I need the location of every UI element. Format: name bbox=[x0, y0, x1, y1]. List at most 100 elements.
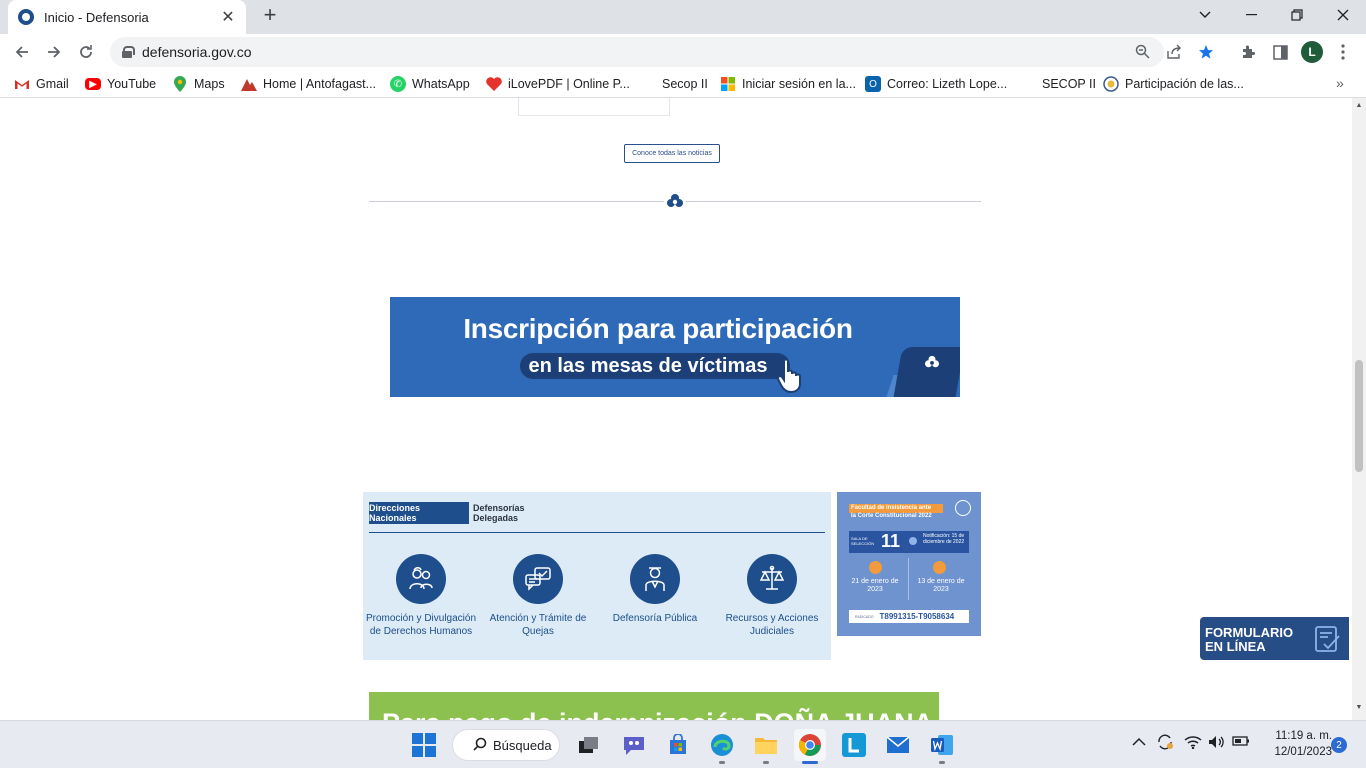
scroll-down-icon[interactable]: ▼ bbox=[1355, 704, 1363, 711]
side-panel-icon[interactable] bbox=[1270, 42, 1290, 62]
word-icon[interactable] bbox=[926, 729, 958, 761]
tabs-underline bbox=[369, 532, 825, 533]
page-scrollbar[interactable]: ▲ ▼ bbox=[1352, 98, 1366, 720]
address-bar[interactable]: defensoria.gov.co bbox=[110, 37, 1213, 67]
menu-kebab-icon[interactable] bbox=[1333, 42, 1353, 62]
search-icon bbox=[473, 737, 487, 754]
scrollbar-thumb[interactable] bbox=[1355, 360, 1363, 472]
share-icon[interactable] bbox=[1166, 44, 1182, 60]
back-arrow-icon[interactable] bbox=[8, 38, 36, 66]
edge-browser-icon[interactable] bbox=[706, 729, 738, 761]
teams-chat-icon[interactable] bbox=[618, 729, 650, 761]
zoom-icon[interactable] bbox=[1134, 44, 1150, 60]
bookmark-label: iLovePDF | Online P... bbox=[508, 77, 630, 91]
sync-update-icon[interactable] bbox=[1156, 733, 1174, 754]
wifi-icon[interactable] bbox=[1184, 735, 1202, 752]
bookmark-secop-ii[interactable]: Secop II bbox=[662, 75, 708, 93]
notice-sala-number: 11 bbox=[881, 531, 901, 551]
bookmark-participacion[interactable]: Participación de las... bbox=[1103, 75, 1244, 93]
radicado-value: T8991315-T9058634 bbox=[879, 612, 955, 621]
clock-time: 11:19 a. m. bbox=[1275, 730, 1332, 742]
search-label: Búsqueda bbox=[493, 737, 552, 753]
tab-direcciones-nacionales[interactable]: Direcciones Nacionales bbox=[369, 502, 469, 524]
defensoria-emblem-icon bbox=[664, 192, 686, 210]
notice-subheading: la Corte Constitucional 2022 bbox=[851, 513, 932, 519]
bookmark-label: Correo: Lizeth Lope... bbox=[887, 77, 1008, 91]
forward-arrow-icon[interactable] bbox=[40, 38, 68, 66]
bookmark-star-icon[interactable] bbox=[1198, 44, 1214, 60]
show-hidden-icons-chevron-up-icon[interactable] bbox=[1132, 735, 1146, 750]
profile-avatar[interactable]: L bbox=[1301, 41, 1323, 63]
url-text: defensoria.gov.co bbox=[142, 44, 252, 60]
formulario-en-linea-button[interactable]: FORMULARIO EN LÍNEA bbox=[1200, 617, 1349, 660]
tab-close-icon[interactable]: ✕ bbox=[220, 7, 236, 27]
tab-defensorias-delegadas[interactable]: Defensorías Delegadas bbox=[473, 502, 563, 524]
notification-badge[interactable]: 2 bbox=[1331, 737, 1347, 753]
insistencia-notice-image[interactable]: Facultad de insistencia ante la Corte Co… bbox=[837, 492, 981, 636]
file-explorer-icon[interactable] bbox=[750, 729, 782, 761]
bookmark-maps[interactable]: Maps bbox=[172, 75, 225, 93]
clock-date: 12/01/2023 bbox=[1274, 746, 1332, 758]
task-view-icon[interactable] bbox=[572, 729, 604, 761]
pointer-hand-icon bbox=[776, 358, 804, 397]
green-banner-text: Para pago de indemnización DOÑA JUANA bbox=[382, 708, 933, 720]
bookmark-label: Secop II bbox=[662, 77, 708, 91]
bookmark-secop-ii-2[interactable]: SECOP II bbox=[1042, 75, 1096, 93]
section-divider bbox=[686, 201, 981, 202]
defensoria-favicon-icon bbox=[18, 9, 34, 25]
windows-start-icon[interactable] bbox=[408, 729, 440, 761]
new-tab-button[interactable]: + bbox=[258, 4, 282, 28]
all-news-button[interactable]: Conoce todas las noticias bbox=[624, 144, 720, 163]
notice-notification: Notificación: 15 de diciembre de 2022 bbox=[923, 533, 965, 545]
service-quejas[interactable]: Atención y Trámite de Quejas bbox=[480, 554, 596, 638]
inscription-banner[interactable]: Inscripción para participación en las me… bbox=[390, 297, 960, 397]
tab-search-chevron-down-icon[interactable] bbox=[1182, 0, 1228, 30]
close-window-button[interactable] bbox=[1320, 0, 1366, 30]
whatsapp-icon: ✆ bbox=[390, 76, 406, 92]
bookmark-outlook[interactable]: O Correo: Lizeth Lope... bbox=[865, 75, 1007, 93]
windows-taskbar: Búsqueda 11:19 a. m. 12/01/2023 2 bbox=[0, 720, 1366, 768]
minimize-button[interactable] bbox=[1228, 0, 1274, 30]
bookmarks-overflow-icon[interactable]: » bbox=[1336, 75, 1344, 91]
chat-check-icon bbox=[513, 554, 563, 604]
service-label: Atención y Trámite de Quejas bbox=[489, 613, 587, 637]
service-recursos-judiciales[interactable]: Recursos y Acciones Judiciales bbox=[714, 554, 830, 638]
web-page: Conoce todas las noticias Inscripción pa… bbox=[0, 98, 1352, 720]
bookmark-ilovepdf[interactable]: iLovePDF | Online P... bbox=[486, 75, 630, 93]
mail-icon[interactable] bbox=[882, 729, 914, 761]
bookmark-gmail[interactable]: Gmail bbox=[14, 75, 69, 93]
taskbar-clock[interactable]: 11:19 a. m. 12/01/2023 bbox=[1258, 728, 1332, 760]
youtube-icon: ▶ bbox=[85, 78, 101, 90]
bookmark-antofagasta[interactable]: Home | Antofagast... bbox=[241, 75, 376, 93]
microsoft-store-icon[interactable] bbox=[662, 729, 694, 761]
bookmark-whatsapp[interactable]: ✆ WhatsApp bbox=[390, 75, 470, 93]
l-app-icon[interactable] bbox=[838, 729, 870, 761]
scroll-up-icon[interactable]: ▲ bbox=[1355, 102, 1363, 109]
notice-divider bbox=[908, 558, 909, 600]
browser-tab[interactable]: Inicio - Defensoria ✕ bbox=[8, 0, 246, 34]
service-label: Recursos y Acciones Judiciales bbox=[725, 613, 819, 637]
restore-button[interactable] bbox=[1274, 0, 1320, 30]
battery-icon[interactable] bbox=[1232, 735, 1250, 750]
service-promocion[interactable]: Promoción y Divulgación de Derechos Huma… bbox=[363, 554, 479, 638]
bookmark-microsoft-login[interactable]: Iniciar sesión en la... bbox=[720, 75, 856, 93]
bookmark-youtube[interactable]: ▶ YouTube bbox=[85, 75, 156, 93]
clock-icon bbox=[909, 537, 917, 545]
running-indicator bbox=[939, 761, 945, 764]
dona-juana-banner[interactable]: Para pago de indemnización DOÑA JUANA bbox=[369, 692, 939, 720]
ilovepdf-icon bbox=[486, 76, 502, 92]
reload-icon[interactable] bbox=[72, 38, 100, 66]
notice-radicado: RADICADO T8991315-T9058634 bbox=[849, 610, 969, 623]
service-defensoria-publica[interactable]: Defensoría Pública bbox=[597, 554, 713, 625]
volume-icon[interactable] bbox=[1208, 735, 1226, 752]
news-card[interactable] bbox=[518, 98, 670, 116]
browser-toolbar: defensoria.gov.co L bbox=[0, 34, 1366, 70]
active-indicator bbox=[802, 761, 818, 764]
chrome-icon[interactable] bbox=[794, 729, 826, 761]
taskbar-search[interactable]: Búsqueda bbox=[452, 729, 560, 761]
calendar-icon bbox=[933, 561, 946, 574]
defensoria-logo-icon bbox=[912, 355, 952, 371]
lock-icon[interactable] bbox=[122, 46, 135, 58]
extensions-puzzle-icon[interactable] bbox=[1238, 42, 1258, 62]
bookmark-label: SECOP II bbox=[1042, 77, 1096, 91]
